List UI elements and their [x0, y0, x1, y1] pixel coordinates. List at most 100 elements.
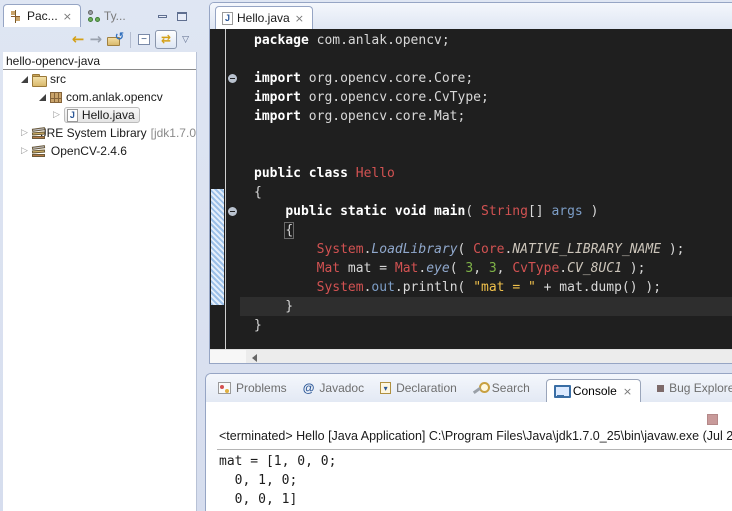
java-file-icon: J — [67, 109, 78, 122]
back-icon[interactable]: ← — [72, 32, 85, 47]
code-line[interactable]: { — [240, 183, 732, 202]
view-menu-icon[interactable]: ▽ — [182, 35, 189, 45]
package-explorer-toolbar: ← → ↺ − ⇄ ▽ — [0, 27, 197, 52]
javadoc-icon: @ — [303, 381, 315, 395]
close-icon[interactable]: × — [294, 13, 305, 24]
tab-label: Javadoc — [319, 381, 364, 395]
tab-javadoc[interactable]: @ Javadoc — [303, 381, 364, 395]
tab-label: Pac... — [27, 9, 58, 23]
code-line[interactable]: public static void main( String[] args ) — [240, 202, 732, 221]
code-line[interactable]: System.out.println( "mat = " + mat.dump(… — [240, 278, 732, 297]
tree-item-label: JRE System Library — [41, 126, 147, 140]
tab-hello-java[interactable]: J Hello.java × — [215, 6, 313, 29]
expander-collapsed-icon[interactable]: ▷ — [53, 111, 60, 120]
tab-declaration[interactable]: ▾ Declaration — [380, 381, 457, 395]
maximize-icon[interactable] — [177, 12, 187, 21]
folding-ruler[interactable] — [226, 29, 240, 349]
tab-label: Ty... — [104, 9, 126, 23]
code-lines[interactable]: package com.anlak.opencv; import org.open… — [240, 29, 732, 349]
code-line[interactable]: System.LoadLibrary( Core.NATIVE_LIBRARY_… — [240, 240, 732, 259]
console-header-separator — [217, 449, 732, 450]
code-line[interactable]: import org.opencv.core.Core; — [240, 69, 732, 88]
tree-item-opencv-library[interactable]: ▷ OpenCV-2.4.6 — [3, 142, 196, 160]
tree-item-label: com.anlak.opencv — [66, 90, 163, 104]
scrollbar-track[interactable] — [246, 350, 732, 364]
code-line[interactable]: } — [240, 316, 732, 335]
minimize-icon[interactable] — [158, 15, 167, 18]
editor-tab-label: Hello.java — [237, 11, 290, 25]
tab-label: Bug Explorer — [669, 381, 732, 395]
bug-explorer-icon — [657, 385, 664, 392]
code-line[interactable]: import org.opencv.core.Mat; — [240, 107, 732, 126]
package-explorer-view: Pac... × Ty... ← → ↺ − ⇄ ▽ hello-opencv-… — [0, 0, 197, 511]
up-icon[interactable]: ↺ — [107, 33, 123, 47]
editor-horizontal-scrollbar[interactable] — [210, 349, 732, 364]
tree-item-hello-java[interactable]: ▷ J Hello.java — [3, 106, 196, 124]
collapse-all-icon[interactable]: − — [138, 34, 150, 45]
project-tree: hello-opencv-java src com.anlak.opencv ▷… — [3, 52, 197, 511]
console-output[interactable]: mat = [1, 0, 0; 0, 1, 0; 0, 0, 1] — [219, 452, 732, 511]
link-with-editor-icon[interactable]: ⇄ — [155, 30, 177, 49]
code-line[interactable] — [240, 50, 732, 69]
fold-collapse-icon[interactable] — [228, 207, 237, 216]
code-line[interactable]: import org.opencv.core.CvType; — [240, 88, 732, 107]
declaration-icon: ▾ — [380, 382, 391, 394]
view-window-buttons — [158, 12, 197, 27]
console-output-line: 0, 0, 1] — [219, 490, 732, 509]
search-icon — [473, 382, 487, 395]
tree-item-label: Hello.java — [82, 108, 135, 122]
tab-bug-explorer[interactable]: Bug Explorer — [657, 381, 732, 395]
tab-label: Search — [492, 381, 530, 395]
close-icon[interactable]: × — [62, 11, 73, 22]
selected-item-highlight[interactable]: J Hello.java — [64, 107, 140, 123]
code-line[interactable]: Mat mat = Mat.eye( 3, 3, CvType.CV_8UC1 … — [240, 259, 732, 278]
code-line[interactable]: package com.anlak.opencv; — [240, 31, 732, 50]
package-icon — [50, 92, 62, 103]
tree-item-package[interactable]: com.anlak.opencv — [3, 88, 196, 106]
code-line[interactable] — [240, 145, 732, 164]
tab-search[interactable]: Search — [473, 381, 530, 395]
expander-expanded-icon[interactable] — [39, 94, 46, 101]
bottom-view-tabbar: Problems @ Javadoc ▾ Declaration Search … — [206, 374, 732, 402]
tree-item-label: OpenCV-2.4.6 — [51, 144, 127, 158]
tree-item-jre-library[interactable]: ▷ JRE System Library [jdk1.7.0 — [3, 124, 196, 142]
annotation-ruler[interactable] — [210, 29, 225, 349]
scroll-left-arrow-icon[interactable] — [252, 354, 257, 362]
source-folder-icon — [32, 74, 46, 85]
code-line[interactable]: } — [240, 297, 732, 316]
range-indicator — [211, 189, 224, 305]
tree-item-decorator: [jdk1.7.0 — [151, 126, 196, 140]
project-label: hello-opencv-java — [6, 54, 100, 68]
tab-problems[interactable]: Problems — [218, 381, 287, 395]
editor-body: package com.anlak.opencv; import org.open… — [210, 29, 732, 349]
forward-icon[interactable]: → — [90, 32, 103, 47]
java-file-icon: J — [222, 12, 233, 25]
editor-pane: J Hello.java × package com.anlak.opencv;… — [209, 2, 732, 364]
code-line[interactable]: { — [240, 221, 732, 240]
toolbar-separator — [130, 32, 131, 48]
tab-label: Declaration — [396, 381, 457, 395]
editor-tabbar: J Hello.java × — [210, 3, 732, 29]
package-explorer-icon — [10, 10, 23, 23]
code-line[interactable] — [240, 126, 732, 145]
close-icon[interactable]: × — [622, 386, 633, 397]
tab-package-explorer[interactable]: Pac... × — [3, 4, 81, 27]
library-icon — [32, 127, 37, 140]
fold-collapse-icon[interactable] — [228, 74, 237, 83]
code-line[interactable]: public class Hello — [240, 164, 732, 183]
tree-item-src[interactable]: src — [3, 70, 196, 88]
expander-collapsed-icon[interactable]: ▷ — [21, 147, 28, 156]
tab-console[interactable]: Console × — [546, 379, 641, 402]
tree-item-project[interactable]: hello-opencv-java — [3, 52, 196, 70]
problems-icon — [218, 382, 231, 394]
library-icon — [32, 145, 47, 158]
tab-type-hierarchy[interactable]: Ty... — [81, 5, 133, 27]
console-output-line: mat = [1, 0, 0; — [219, 452, 732, 471]
left-view-tabbar: Pac... × Ty... — [3, 2, 197, 27]
expander-expanded-icon[interactable] — [21, 76, 28, 83]
tree-item-label: src — [50, 72, 66, 86]
scrollbar-spacer — [210, 350, 246, 364]
expander-collapsed-icon[interactable]: ▷ — [21, 129, 28, 138]
tab-label: Problems — [236, 381, 287, 395]
tab-label: Console — [573, 384, 617, 398]
